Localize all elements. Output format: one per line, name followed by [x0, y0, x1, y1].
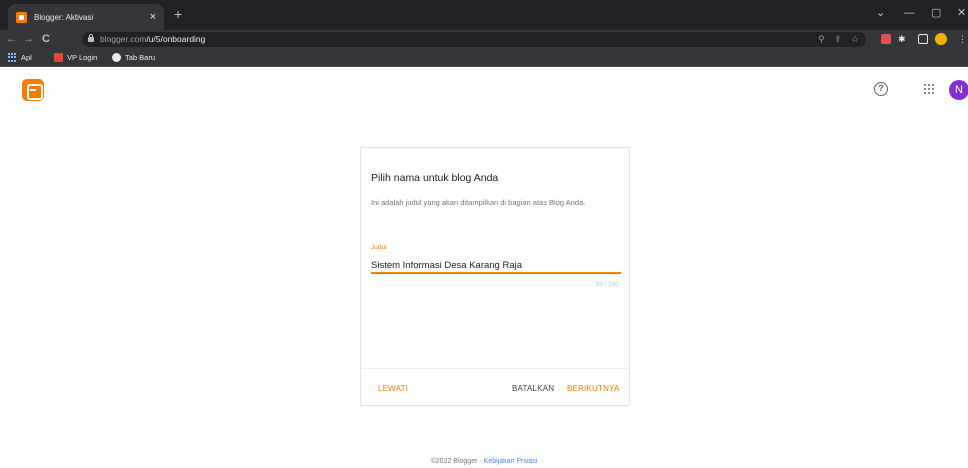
skip-button[interactable]: LEWATI — [378, 384, 408, 393]
title-field-label: Judul — [371, 244, 387, 251]
forward-icon[interactable]: → — [23, 32, 34, 46]
extensions-puzzle-icon[interactable]: ✱ — [898, 33, 906, 45]
next-button[interactable]: BERIKUTNYA — [567, 384, 620, 393]
bookmark-vp-login[interactable]: VP Login — [54, 52, 97, 63]
bookmark-apps[interactable]: Apl — [8, 52, 32, 63]
maximize-button[interactable]: ▢ — [931, 6, 941, 20]
back-icon[interactable]: ← — [6, 32, 17, 46]
close-window-button[interactable]: ✕ — [957, 6, 966, 20]
blogger-page: ? N Pilih nama untuk blog Anda Ini adala… — [0, 68, 968, 468]
bookmark-tab-baru[interactable]: Tab Baru — [112, 52, 155, 63]
zoom-icon[interactable]: ⚲ — [818, 33, 825, 45]
apps-grid-icon — [8, 53, 17, 62]
folder-icon — [54, 53, 63, 62]
bookmarks-bar: Apl VP Login Tab Baru — [0, 49, 968, 67]
profile-icon[interactable] — [935, 33, 947, 45]
url-text[interactable]: blogger.com/u/5/onboarding — [100, 33, 205, 45]
dialog-description: Ini adalah judul yang akan ditampilkan d… — [371, 198, 586, 207]
minimize-button[interactable]: — — [904, 6, 915, 20]
copyright-text: ©2022 Blogger — [430, 458, 478, 465]
tab-close-icon[interactable]: × — [150, 11, 156, 23]
character-counter: 33 / 100 — [595, 281, 620, 288]
bookmark-label: Apl — [21, 53, 32, 62]
bookmark-label: VP Login — [67, 53, 98, 62]
page-footer: ©2022 Blogger · Kebijakan Privasi — [0, 458, 968, 465]
lock-icon[interactable] — [88, 34, 94, 42]
blogger-logo-icon[interactable] — [22, 79, 44, 101]
browser-toolbar: ← → C blogger.com/u/5/onboarding ⚲ ⇪ ☆ ✱… — [0, 30, 968, 49]
sidepanel-icon[interactable] — [918, 34, 928, 44]
plus-circle-icon — [112, 53, 121, 62]
blogger-favicon-icon — [16, 11, 27, 23]
tab-search-icon[interactable]: ⌄ — [876, 6, 885, 20]
google-apps-icon[interactable] — [924, 84, 934, 94]
browser-tab-strip: Blogger: Aktivasi × + ⌄ — ▢ ✕ — [0, 0, 968, 30]
help-icon[interactable]: ? — [874, 82, 888, 96]
app-bar: ? N — [0, 68, 968, 116]
cancel-button[interactable]: BATALKAN — [512, 384, 554, 393]
menu-icon[interactable]: ⋮ — [958, 33, 967, 45]
privacy-policy-link[interactable]: Kebijakan Privasi — [484, 458, 538, 465]
share-icon[interactable]: ⇪ — [834, 33, 842, 45]
new-tab-button[interactable]: + — [174, 6, 182, 22]
tab-title: Blogger: Aktivasi — [34, 12, 94, 22]
bookmark-label: Tab Baru — [125, 53, 156, 62]
dialog-divider — [361, 368, 629, 369]
blog-title-input[interactable] — [371, 259, 621, 274]
browser-tab[interactable]: Blogger: Aktivasi × — [8, 4, 164, 30]
reload-icon[interactable]: C — [42, 32, 50, 46]
blog-name-dialog: Pilih nama untuk blog Anda Ini adalah ju… — [360, 147, 630, 406]
bookmark-star-icon[interactable]: ☆ — [851, 33, 859, 45]
dialog-title: Pilih nama untuk blog Anda — [371, 172, 499, 184]
avatar[interactable]: N — [949, 80, 968, 100]
extension-icon[interactable] — [881, 34, 891, 44]
